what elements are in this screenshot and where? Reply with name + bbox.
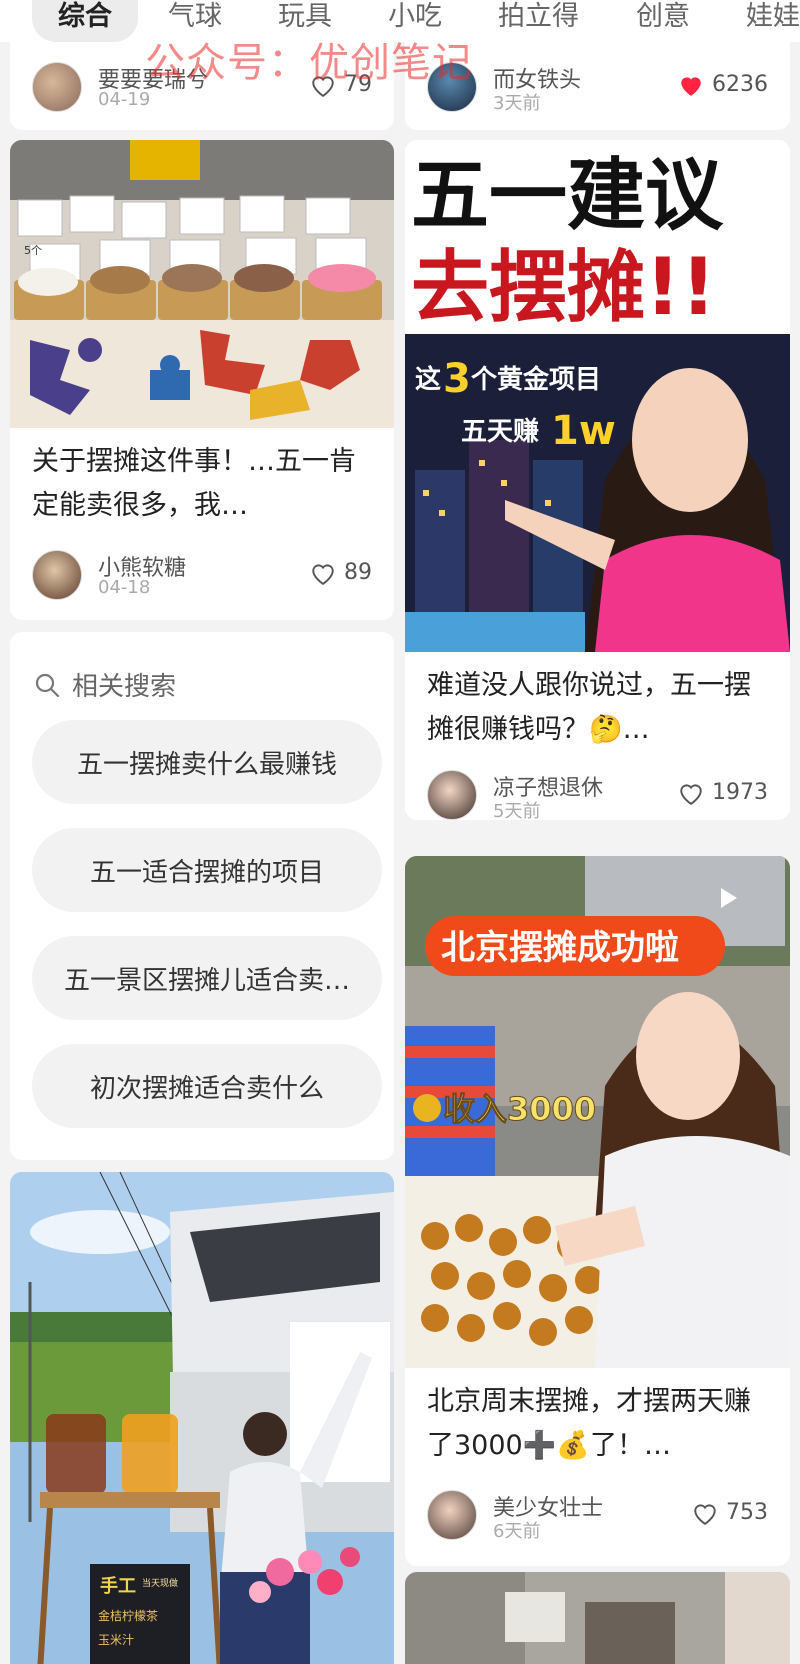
sign-drink-2: 玉米汁 [98, 1633, 134, 1647]
like-count: 753 [726, 1500, 768, 1525]
like-button[interactable]: 1973 [678, 780, 768, 805]
post-date: 5天前 [493, 801, 541, 820]
sign-fresh: 当天现做 [142, 1577, 178, 1589]
tab-comprehensive[interactable]: 综合 [32, 0, 138, 42]
author-avatar[interactable] [427, 770, 477, 820]
tab-instant-camera[interactable]: 拍立得 [498, 0, 579, 42]
like-button[interactable]: 753 [692, 1500, 768, 1525]
cover-banner: 北京摆摊成功啦 [441, 928, 679, 968]
related-search-label: 相关搜索 [72, 672, 177, 702]
note-title[interactable]: 北京周末摆摊，才摆两天赚了3000➕💰了！… [427, 1380, 774, 1468]
author-avatar[interactable] [427, 1490, 477, 1540]
note-cover-image[interactable]: 五一建议 去摆摊!! 这 3 个黄金项目 五天赚 1w [405, 140, 790, 652]
post-date: 3天前 [493, 93, 541, 114]
note-title[interactable]: 难道没人跟你说过，五一摆摊很赚钱吗？🤔… [427, 664, 774, 752]
related-search-item[interactable]: 五一适合摆摊的项目 [32, 828, 382, 912]
note-cover-image[interactable]: 手工 当天现做 金桔柠檬茶 玉米汁 [10, 1172, 394, 1664]
heart-filled-icon [681, 76, 701, 96]
stall-sign-text: 5个 [24, 244, 42, 257]
cover-line-1: 五一建议 [411, 151, 724, 241]
like-count: 1973 [712, 780, 768, 805]
note-card-drink-stall[interactable]: 手工 当天现做 金桔柠檬茶 玉米汁 [10, 1172, 394, 1664]
heart-icon [694, 1503, 716, 1525]
like-button[interactable]: 6236 [678, 72, 768, 97]
related-search-header: 相关搜索 [34, 666, 176, 703]
cover-line-2: 去摆摊!! [411, 243, 716, 333]
bottom-right-photo [405, 1572, 790, 1664]
drink-stall-photo: 手工 当天现做 金桔柠檬茶 玉米汁 [10, 1172, 394, 1664]
related-search-item[interactable]: 初次摆摊适合卖什么 [32, 1044, 382, 1128]
heart-icon [312, 563, 334, 585]
cover-tag-2-amount: 1w [551, 408, 616, 454]
post-date: 04-18 [98, 577, 151, 598]
cover-tag-2-prefix: 五天赚 [461, 417, 539, 447]
related-search-panel: 相关搜索 五一摆摊卖什么最赚钱 五一适合摆摊的项目 五一景区摆摊儿适合卖… 初次… [10, 632, 394, 1160]
cover-income: 收入3000 [443, 1090, 596, 1128]
author-avatar[interactable] [32, 550, 82, 600]
note-card-bottom-right[interactable] [405, 1572, 790, 1664]
note-card-wuyi[interactable]: 五一建议 去摆摊!! 这 3 个黄金项目 五天赚 1w 难道没人跟你说过，五一摆… [405, 140, 790, 820]
like-button[interactable]: 89 [310, 560, 372, 585]
note-card-stall[interactable]: 5个 关于摆摊这件事！…五一肯定能卖很多，我… 小熊软糖 04-18 89 [10, 140, 394, 620]
sign-handmade: 手工 [100, 1575, 136, 1597]
tab-dolls[interactable]: 娃娃 [746, 0, 800, 42]
note-card-beijing[interactable]: 北京摆摊成功啦 收入3000 北京周末摆摊，才摆两天赚了3000➕💰了！… 美少… [405, 856, 790, 1566]
like-count: 89 [344, 560, 372, 585]
cover-tag-1-prefix: 这 [415, 364, 441, 395]
note-cover-image[interactable]: 5个 [10, 140, 394, 428]
note-cover-image[interactable] [405, 1572, 790, 1664]
author-avatar[interactable] [32, 62, 82, 112]
heart-icon [680, 783, 702, 805]
wuyi-cover: 五一建议 去摆摊!! 这 3 个黄金项目 五天赚 1w [405, 140, 790, 652]
like-count: 6236 [712, 72, 768, 97]
post-date: 04-19 [98, 89, 151, 110]
search-icon [35, 673, 60, 697]
tab-creative[interactable]: 创意 [636, 0, 690, 42]
cover-tag-1-suffix: 个黄金项目 [471, 364, 601, 395]
cover-tag-1-number: 3 [443, 356, 471, 402]
post-date: 6天前 [493, 1521, 541, 1542]
note-cover-image[interactable]: 北京摆摊成功啦 收入3000 [405, 856, 790, 1368]
note-title[interactable]: 关于摆摊这件事！…五一肯定能卖很多，我… [32, 440, 378, 528]
related-search-item[interactable]: 五一景区摆摊儿适合卖… [32, 936, 382, 1020]
watermark: 公众号：优创笔记 [145, 40, 473, 86]
related-search-item[interactable]: 五一摆摊卖什么最赚钱 [32, 720, 382, 804]
sign-drink-1: 金桔柠檬茶 [98, 1608, 158, 1623]
beijing-cover: 北京摆摊成功啦 收入3000 [405, 856, 790, 1368]
stall-photo: 5个 [10, 140, 394, 428]
